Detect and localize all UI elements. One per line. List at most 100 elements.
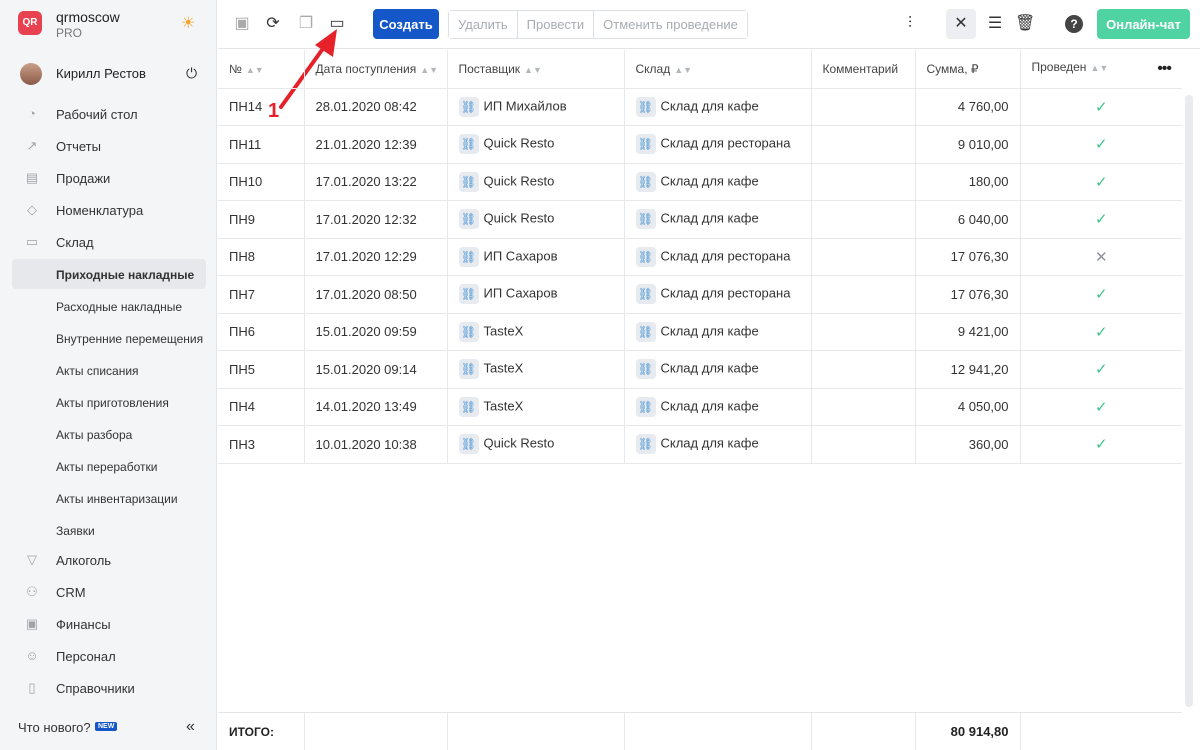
link-icon[interactable]: ⛓ — [458, 171, 479, 192]
more-icon[interactable]: ••• — [1157, 60, 1172, 78]
link-icon[interactable]: ⛓ — [635, 284, 656, 305]
online-chat-button[interactable]: Онлайн-чат — [1097, 9, 1190, 39]
delete-button[interactable]: Удалить — [449, 11, 518, 38]
collapse-sidebar-icon[interactable]: « — [186, 718, 195, 736]
column-header[interactable]: Проведен ▲▼ ••• — [1020, 50, 1182, 89]
link-icon[interactable]: ⛓ — [458, 321, 479, 342]
store-cell[interactable]: ⛓ Склад для ресторана — [624, 275, 812, 314]
sidebar-item-bottom-4[interactable]: ▯ Справочники — [12, 673, 206, 703]
table-row[interactable]: ПН10 17.01.2020 13:22 ⛓ Quick Resto ⛓ Склад д… — [218, 163, 1182, 201]
trash-icon[interactable]: 🗑 — [1015, 14, 1035, 34]
sum-cell: 4 760,00 — [915, 88, 1021, 126]
supplier-cell[interactable]: ⛓ Quick Resto — [447, 163, 625, 201]
supplier-cell[interactable]: ⛓ Quick Resto — [447, 125, 625, 164]
sidebar-subitem-8[interactable]: Заявки — [12, 515, 206, 545]
link-icon[interactable]: ⛓ — [635, 396, 656, 417]
store-cell[interactable]: ⛓ Склад для ресторана — [624, 238, 812, 276]
invoice-number: ПН4 — [218, 388, 305, 426]
brand[interactable]: QR qrmoscow PRO ☀ — [0, 0, 217, 48]
table-row[interactable]: ПН5 15.01.2020 09:14 ⛓ TasteX ⛓ Склад для каф… — [218, 350, 1182, 389]
sidebar-subitem-2[interactable]: Внутренние перемещения — [12, 323, 206, 353]
sidebar-item-main-1[interactable]: ↗ Отчеты — [12, 131, 206, 161]
box-icon: ▭ — [25, 234, 39, 249]
store-cell[interactable]: ⛓ Склад для кафе — [624, 88, 812, 126]
column-header[interactable]: Сумма, ₽ — [915, 50, 1021, 89]
sidebar-item-bottom-0[interactable]: ▽ Алкоголь — [12, 545, 206, 575]
sidebar-subitem-3[interactable]: Акты списания — [12, 355, 206, 385]
supplier-cell[interactable]: ⛓ ИП Сахаров — [447, 238, 625, 276]
power-icon[interactable]: ⏻ — [186, 65, 202, 81]
store-cell[interactable]: ⛓ Склад для кафе — [624, 313, 812, 351]
post-button[interactable]: Провести — [517, 11, 595, 38]
save-icon[interactable]: ▣ — [232, 14, 252, 34]
sidebar-item-bottom-3[interactable]: ☺ Персонал — [12, 641, 206, 671]
sidebar-subitem-7[interactable]: Акты инвентаризации — [12, 483, 206, 513]
sliders-icon[interactable]: ⫶ — [900, 14, 920, 34]
supplier-cell[interactable]: ⛓ ИП Михайлов — [447, 88, 625, 126]
link-icon[interactable]: ⛓ — [458, 209, 479, 230]
supplier-cell[interactable]: ⛓ Quick Resto — [447, 425, 625, 464]
link-icon[interactable]: ⛓ — [635, 134, 656, 155]
table-row[interactable]: ПН8 17.01.2020 12:29 ⛓ ИП Сахаров ⛓ Склад для… — [218, 238, 1182, 276]
store-cell[interactable]: ⛓ Склад для кафе — [624, 425, 812, 464]
store-cell[interactable]: ⛓ Склад для ресторана — [624, 125, 812, 164]
supplier-cell[interactable]: ⛓ Quick Resto — [447, 200, 625, 239]
link-icon[interactable]: ⛓ — [458, 434, 479, 455]
sidebar-item-bottom-1[interactable]: ⚇ CRM — [12, 577, 206, 607]
sidebar-subitem-6[interactable]: Акты переработки — [12, 451, 206, 481]
store-cell[interactable]: ⛓ Склад для кафе — [624, 200, 812, 239]
link-icon[interactable]: ⛓ — [458, 359, 479, 380]
store-cell[interactable]: ⛓ Склад для кафе — [624, 388, 812, 426]
sidebar-subitem-0[interactable]: Приходные накладные — [12, 259, 206, 289]
scrollbar[interactable] — [1185, 95, 1193, 707]
column-header[interactable]: Комментарий — [811, 50, 916, 89]
list-icon[interactable]: ☰ — [985, 14, 1005, 34]
supplier-cell[interactable]: ⛓ TasteX — [447, 388, 625, 426]
sidebar-subitem-5[interactable]: Акты разбора — [12, 419, 206, 449]
link-icon[interactable]: ⛓ — [458, 284, 479, 305]
user-profile[interactable]: Кирилл Рестов ⏻ — [0, 56, 217, 92]
sidebar-item-main-4[interactable]: ▭ Склад — [12, 227, 206, 257]
sidebar-subitem-1[interactable]: Расходные накладные — [12, 291, 206, 321]
table-row[interactable]: ПН6 15.01.2020 09:59 ⛓ TasteX ⛓ Склад для каф… — [218, 313, 1182, 351]
table-row[interactable]: ПН11 21.01.2020 12:39 ⛓ Quick Resto ⛓ Склад д… — [218, 125, 1182, 164]
store-cell[interactable]: ⛓ Склад для кафе — [624, 163, 812, 201]
link-icon[interactable]: ⛓ — [635, 434, 656, 455]
sidebar-item-main-3[interactable]: ◇ Номенклатура — [12, 195, 206, 225]
supplier-cell[interactable]: ⛓ TasteX — [447, 350, 625, 389]
table-row[interactable]: ПН7 17.01.2020 08:50 ⛓ ИП Сахаров ⛓ Склад для… — [218, 275, 1182, 314]
column-header[interactable]: Дата поступления ▲▼ — [304, 50, 448, 89]
link-icon[interactable]: ⛓ — [635, 209, 656, 230]
sidebar-item-main-0[interactable]: ◔ Рабочий стол — [12, 99, 206, 129]
store-cell[interactable]: ⛓ Склад для кафе — [624, 350, 812, 389]
column-header[interactable]: № ▲▼ — [218, 50, 305, 89]
create-button[interactable]: Создать — [373, 9, 439, 39]
table-row[interactable]: ПН3 10.01.2020 10:38 ⛓ Quick Resto ⛓ Склад дл… — [218, 425, 1182, 464]
supplier-cell[interactable]: ⛓ ИП Сахаров — [447, 275, 625, 314]
sidebar-item-bottom-2[interactable]: ▣ Финансы — [12, 609, 206, 639]
supplier-cell[interactable]: ⛓ TasteX — [447, 313, 625, 351]
link-icon[interactable]: ⛓ — [635, 321, 656, 342]
link-icon[interactable]: ⛓ — [635, 359, 656, 380]
column-header[interactable]: Поставщик ▲▼ — [447, 50, 625, 89]
help-icon[interactable]: ? — [1065, 15, 1083, 33]
sun-icon[interactable]: ☀ — [181, 16, 197, 32]
sidebar-subitem-4[interactable]: Акты приготовления — [12, 387, 206, 417]
link-icon[interactable]: ⛓ — [458, 134, 479, 155]
tools-icon[interactable]: ✕ — [946, 9, 976, 39]
unpost-button[interactable]: Отменить проведение — [594, 11, 747, 38]
link-icon[interactable]: ⛓ — [458, 396, 479, 417]
sort-icon: ▲▼ — [1090, 62, 1109, 73]
link-icon[interactable]: ⛓ — [458, 246, 479, 267]
table-row[interactable]: ПН14 28.01.2020 08:42 ⛓ ИП Михайлов ⛓ Склад д… — [218, 88, 1182, 126]
table-row[interactable]: ПН4 14.01.2020 13:49 ⛓ TasteX ⛓ Склад для каф… — [218, 388, 1182, 426]
comment-cell — [811, 163, 916, 201]
link-icon[interactable]: ⛓ — [635, 246, 656, 267]
link-icon[interactable]: ⛓ — [635, 171, 656, 192]
link-icon[interactable]: ⛓ — [635, 96, 656, 117]
column-header[interactable]: Склад ▲▼ — [624, 50, 812, 89]
table-row[interactable]: ПН9 17.01.2020 12:32 ⛓ Quick Resto ⛓ Склад дл… — [218, 200, 1182, 239]
link-icon[interactable]: ⛓ — [458, 96, 479, 117]
whats-new-link[interactable]: Что нового? — [18, 720, 91, 735]
sidebar-item-main-2[interactable]: ▤ Продажи — [12, 163, 206, 193]
